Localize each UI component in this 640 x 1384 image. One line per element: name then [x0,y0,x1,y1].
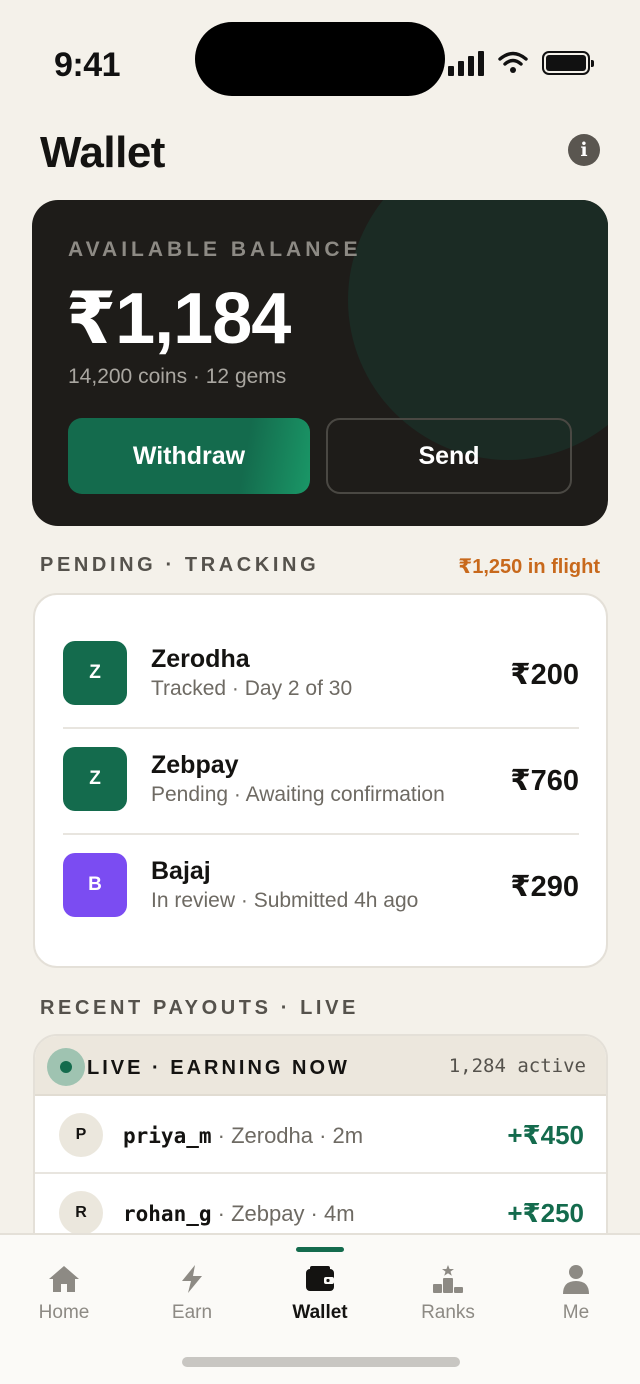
pending-amount: ₹760 [510,765,579,797]
send-button[interactable]: Send [326,418,572,494]
avatar: R [59,1191,103,1235]
payout-amount: +₹450 [507,1120,584,1150]
pending-name: Bajaj [151,857,211,885]
pending-avatar: Z [63,747,127,811]
balance-amount: ₹1,184 [66,279,291,359]
signal-icon [448,50,484,76]
info-icon[interactable]: i [568,134,600,166]
pending-list: Z Zerodha Tracked · Day 2 of 30 ₹200 Z Z… [33,593,608,968]
pending-name: Zebpay [151,751,239,779]
home-icon [49,1266,79,1292]
payout-detail: · Zerodha · 2m [211,1123,364,1148]
active-count: 1,284 active [448,1055,586,1077]
pending-avatar: B [63,853,127,917]
pending-amount: ₹290 [510,871,579,903]
pending-avatar: Z [63,641,127,705]
payouts-section-title: RECENT PAYOUTS · LIVE [40,997,359,1019]
wifi-icon [498,51,528,73]
wallet-icon [306,1266,334,1291]
podium-icon [433,1265,463,1293]
wallet-screen: 9:41 Wallet i AVAILABLE BALANCE ₹1,184 1… [0,0,640,1384]
avatar: P [59,1113,103,1157]
tab-label: Earn [171,1302,213,1323]
bolt-icon [182,1265,202,1293]
in-flight-total: ₹1,250 in flight [458,556,600,578]
tab-label: Wallet [292,1302,348,1323]
live-header: LIVE · EARNING NOW 1,284 active [35,1036,606,1096]
pending-item-zerodha[interactable]: Z Zerodha Tracked · Day 2 of 30 ₹200 [63,621,579,727]
pending-name: Zerodha [151,645,250,673]
payout-row: P priya_m · Zerodha · 2m +₹450 [35,1096,606,1174]
battery-icon [542,51,594,75]
pending-item-bajaj[interactable]: B Bajaj In review · Submitted 4h ago ₹29… [63,833,579,939]
person-icon [563,1265,589,1294]
tab-me[interactable]: Me [512,1235,640,1345]
live-dot-icon [60,1061,72,1073]
tab-earn[interactable]: Earn [128,1235,256,1345]
pending-section-title: PENDING · TRACKING [40,554,320,576]
balance-breakdown: 14,200 coins · 12 gems [68,365,287,388]
payout-text: rohan_g · Zebpay · 4m [123,1201,355,1227]
pending-status: Pending · Awaiting confirmation [151,783,445,806]
active-tab-indicator [296,1247,344,1252]
live-title: LIVE · EARNING NOW [87,1057,350,1079]
balance-card: AVAILABLE BALANCE ₹1,184 14,200 coins · … [32,200,608,526]
tab-label: Ranks [421,1302,475,1323]
payout-detail: · Zebpay · 4m [211,1201,355,1226]
pending-status: Tracked · Day 2 of 30 [151,677,353,700]
payout-user: priya_m [123,1124,212,1148]
balance-label: AVAILABLE BALANCE [68,238,362,261]
status-time: 9:41 [54,46,121,84]
pending-amount: ₹200 [510,659,579,691]
pending-item-zebpay[interactable]: Z Zebpay Pending · Awaiting confirmation… [63,727,579,833]
tab-wallet[interactable]: Wallet [256,1235,384,1345]
tab-label: Home [38,1302,90,1323]
withdraw-button[interactable]: Withdraw [68,418,310,494]
payout-amount: +₹250 [507,1198,584,1228]
page-title: Wallet [40,128,165,177]
tab-label: Me [562,1302,590,1323]
payout-user: rohan_g [123,1202,212,1226]
home-indicator[interactable] [182,1357,460,1367]
tab-ranks[interactable]: Ranks [384,1235,512,1345]
pending-status: In review · Submitted 4h ago [151,889,419,912]
dynamic-island [195,22,445,96]
status-icons [448,50,594,76]
tab-home[interactable]: Home [0,1235,128,1345]
payout-text: priya_m · Zerodha · 2m [123,1123,363,1149]
